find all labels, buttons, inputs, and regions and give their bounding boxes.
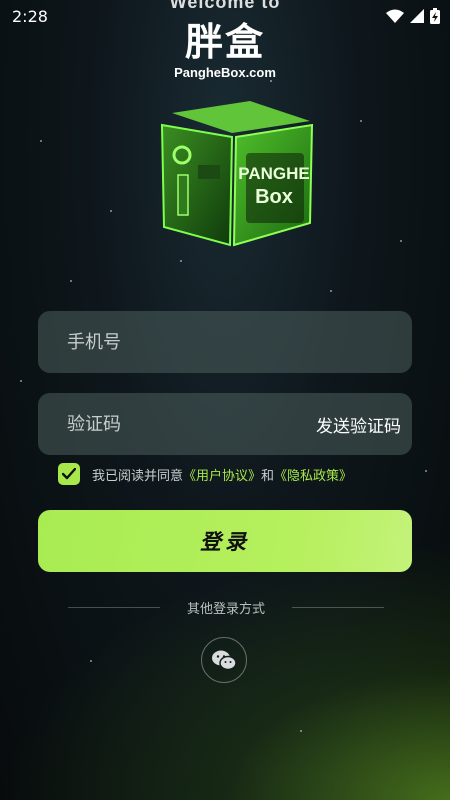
divider-line-left (68, 607, 160, 608)
agreement-checkbox[interactable] (58, 463, 80, 485)
agreement-and: 和 (261, 468, 275, 484)
login-label: 登录 (200, 530, 250, 554)
panghe-box-cube-logo: PANGHE Box (150, 95, 320, 255)
brand-url: PangheBox.com (174, 65, 276, 80)
welcome-text: Welcome to (169, 0, 281, 12)
other-login-label: 其他登录方式 (186, 602, 265, 617)
user-agreement-link[interactable]: 《用户协议》 (183, 465, 261, 484)
agreement-prefix: 我已阅读并同意 (92, 468, 184, 484)
code-input[interactable] (38, 393, 292, 455)
phone-input[interactable] (38, 311, 412, 373)
check-icon (62, 468, 76, 480)
cube-label-line1: PANGHE (238, 164, 309, 183)
code-field[interactable]: 发送验证码 (38, 393, 412, 455)
agreement-row: 我已阅读并同意 《用户协议》 和 《隐私政策》 (58, 463, 352, 485)
cube-label-line2: Box (255, 186, 293, 208)
login-button[interactable]: 登录 (38, 510, 412, 572)
wechat-icon (212, 650, 237, 671)
privacy-policy-link[interactable]: 《隐私政策》 (274, 465, 352, 484)
wechat-login-button[interactable] (201, 637, 247, 683)
brand-logo: 胖盒 (184, 20, 265, 64)
other-login-divider: 其他登录方式 (68, 598, 384, 617)
send-code-button[interactable]: 发送验证码 (316, 412, 427, 437)
divider-line-right (291, 607, 384, 608)
phone-field[interactable] (38, 311, 412, 373)
